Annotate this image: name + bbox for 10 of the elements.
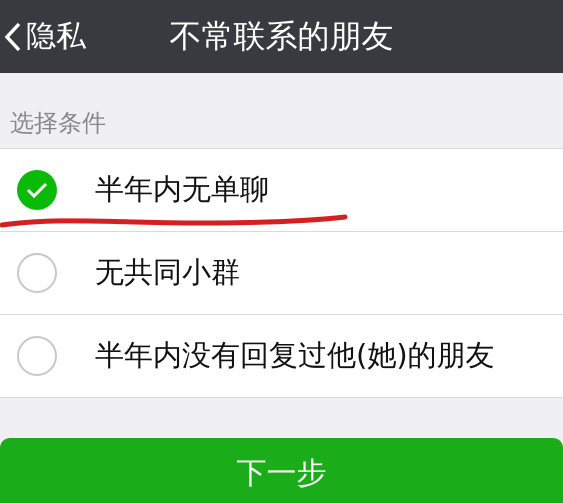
radio-circle-icon[interactable]	[17, 253, 57, 293]
page-title: 不常联系的朋友	[170, 16, 394, 54]
radio-circle-icon[interactable]	[17, 336, 57, 376]
option-row[interactable]: 半年内无单聊	[0, 149, 563, 232]
option-row[interactable]: 半年内没有回复过他(她)的朋友	[0, 315, 563, 397]
back-chevron-icon	[4, 20, 22, 52]
back-link[interactable]: 隐私	[0, 16, 86, 57]
section-label: 选择条件	[10, 108, 106, 138]
checked-circle-icon[interactable]	[17, 170, 57, 210]
option-row[interactable]: 无共同小群	[0, 232, 563, 315]
